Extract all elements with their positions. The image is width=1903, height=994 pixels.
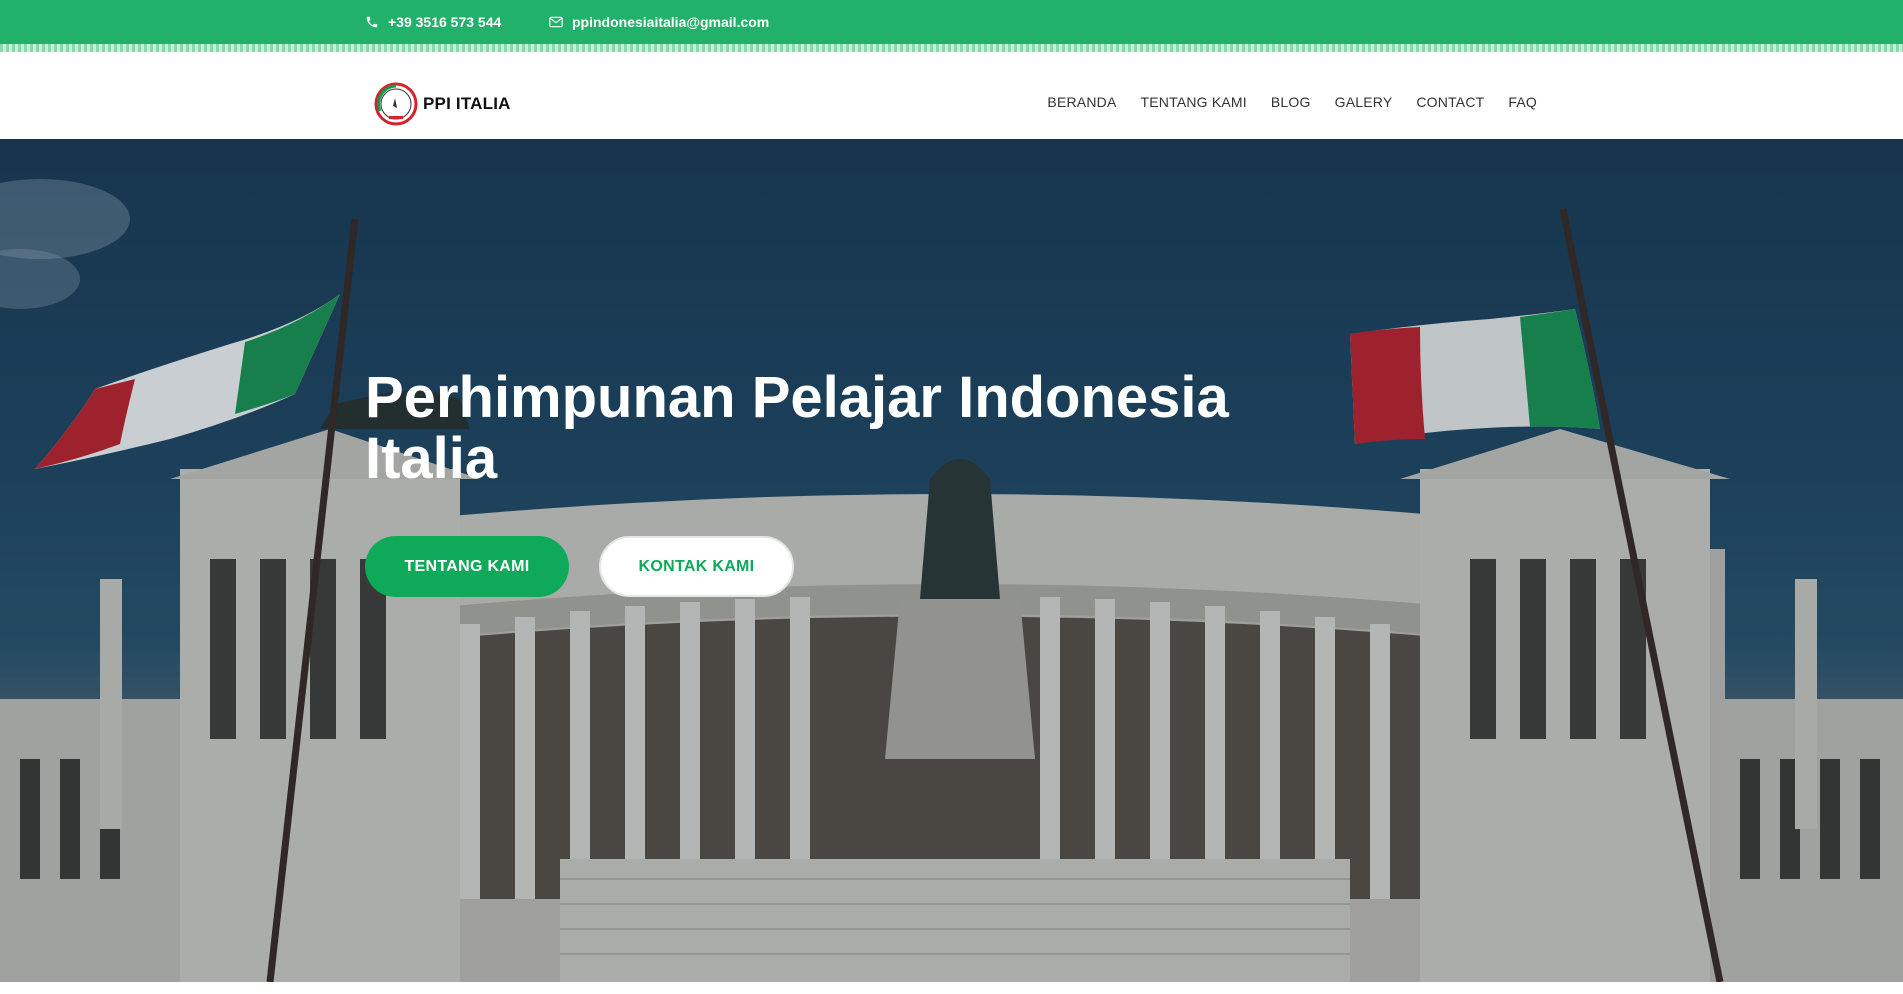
phone-contact[interactable]: +39 3516 573 544 [365,0,501,44]
nav-item-galery[interactable]: GALERY [1335,94,1393,110]
hero-section: Perhimpunan Pelajar Indonesia Italia TEN… [0,139,1903,982]
kontak-kami-button[interactable]: KONTAK KAMI [599,536,794,597]
email-address: ppindonesiaitalia@gmail.com [572,14,770,30]
hero-dark-overlay [0,139,1903,982]
nav-item-contact[interactable]: CONTACT [1416,94,1484,110]
topbar-stripe-divider [0,44,1903,52]
page-bottom-spacer [0,982,1903,994]
tentang-kami-button[interactable]: TENTANG KAMI [365,536,569,597]
logo-text: PPI ITALIA [423,94,511,113]
phone-number: +39 3516 573 544 [388,14,502,30]
nav-item-beranda[interactable]: BERANDA [1047,94,1116,110]
envelope-icon [549,15,563,29]
site-logo[interactable]: PPI ITALIA [373,80,511,128]
site-header: PPI ITALIA BERANDA TENTANG KAMI BLOG GAL… [0,52,1903,139]
nav-item-tentang-kami[interactable]: TENTANG KAMI [1141,94,1247,110]
nav-item-blog[interactable]: BLOG [1271,94,1311,110]
ppi-italia-logo [374,82,418,126]
hero-title: Perhimpunan Pelajar Indonesia Italia [365,365,1229,491]
top-contact-bar: +39 3516 573 544 ppindonesiaitalia@gmail… [0,0,1903,44]
nav-item-faq[interactable]: FAQ [1508,94,1537,110]
phone-icon [365,15,379,29]
email-contact[interactable]: ppindonesiaitalia@gmail.com [549,0,769,44]
main-navigation: BERANDA TENTANG KAMI BLOG GALERY CONTACT… [1047,82,1537,122]
